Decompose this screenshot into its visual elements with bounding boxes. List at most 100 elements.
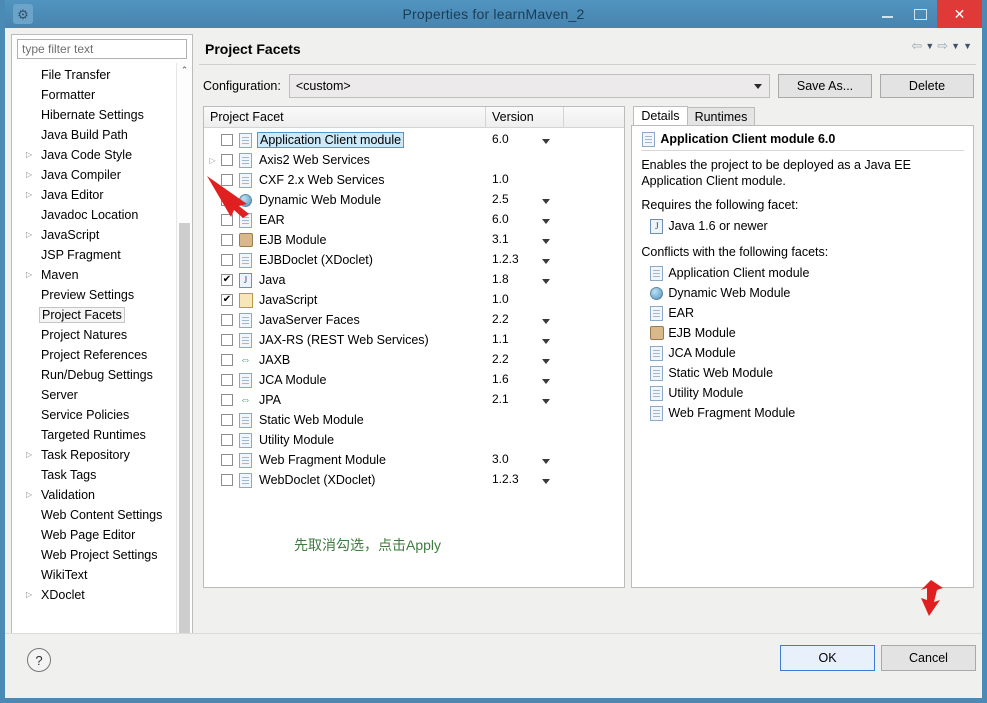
tab-details[interactable]: Details bbox=[633, 106, 688, 125]
close-button[interactable]: ✕ bbox=[937, 0, 982, 28]
facet-checkbox[interactable] bbox=[221, 134, 233, 146]
facet-checkbox[interactable] bbox=[221, 474, 233, 486]
column-header-version[interactable]: Version bbox=[486, 107, 564, 127]
view-menu-chevron-down-icon[interactable]: ▼ bbox=[963, 41, 972, 51]
facet-checkbox[interactable] bbox=[221, 454, 233, 466]
version-chevron-down-icon[interactable] bbox=[542, 459, 550, 464]
sidebar-item-validation[interactable]: ▷ Validation bbox=[12, 485, 192, 505]
configuration-select[interactable]: <custom> bbox=[288, 74, 770, 98]
chevron-right-icon[interactable]: ▷ bbox=[204, 156, 221, 165]
table-row[interactable]: ⇔ JAXB 2.2 bbox=[204, 350, 624, 370]
facet-checkbox[interactable] bbox=[221, 434, 233, 446]
sidebar-item-web-project-settings[interactable]: Web Project Settings bbox=[12, 545, 192, 565]
version-chevron-down-icon[interactable] bbox=[542, 339, 550, 344]
tree-scroll-thumb[interactable] bbox=[179, 223, 190, 643]
table-row[interactable]: WebDoclet (XDoclet) 1.2.3 bbox=[204, 470, 624, 490]
facet-checkbox[interactable] bbox=[221, 154, 233, 166]
table-row[interactable]: EJB Module 3.1 bbox=[204, 230, 624, 250]
version-chevron-down-icon[interactable] bbox=[542, 379, 550, 384]
facet-checkbox[interactable]: ✔ bbox=[221, 274, 233, 286]
forward-icon[interactable]: ⇨ bbox=[937, 38, 948, 54]
version-chevron-down-icon[interactable] bbox=[542, 319, 550, 324]
ok-button[interactable]: OK bbox=[780, 645, 875, 671]
column-header-project-facet[interactable]: Project Facet bbox=[204, 107, 486, 127]
save-as-button[interactable]: Save As... bbox=[778, 74, 872, 98]
sidebar-item-project-facets[interactable]: Project Facets bbox=[12, 305, 192, 325]
table-row[interactable]: ⇔ JPA 2.1 bbox=[204, 390, 624, 410]
table-row[interactable]: Dynamic Web Module 2.5 bbox=[204, 190, 624, 210]
table-row[interactable]: EJBDoclet (XDoclet) 1.2.3 bbox=[204, 250, 624, 270]
version-chevron-down-icon[interactable] bbox=[542, 199, 550, 204]
facet-checkbox[interactable] bbox=[221, 214, 233, 226]
sidebar-item-server[interactable]: Server bbox=[12, 385, 192, 405]
facet-checkbox[interactable] bbox=[221, 194, 233, 206]
chevron-right-icon[interactable]: ▷ bbox=[26, 231, 39, 239]
version-chevron-down-icon[interactable] bbox=[542, 399, 550, 404]
table-row[interactable]: Utility Module bbox=[204, 430, 624, 450]
chevron-right-icon[interactable]: ▷ bbox=[26, 151, 39, 159]
version-chevron-down-icon[interactable] bbox=[542, 359, 550, 364]
table-row[interactable]: Web Fragment Module 3.0 bbox=[204, 450, 624, 470]
sidebar-item-project-references[interactable]: Project References bbox=[12, 345, 192, 365]
version-chevron-down-icon[interactable] bbox=[542, 239, 550, 244]
facet-checkbox[interactable] bbox=[221, 234, 233, 246]
facet-checkbox[interactable] bbox=[221, 314, 233, 326]
facet-checkbox[interactable] bbox=[221, 174, 233, 186]
sidebar-item-xdoclet[interactable]: ▷ XDoclet bbox=[12, 585, 192, 605]
sidebar-item-java-editor[interactable]: ▷ Java Editor bbox=[12, 185, 192, 205]
filter-input[interactable] bbox=[17, 39, 187, 59]
facet-checkbox[interactable] bbox=[221, 354, 233, 366]
sidebar-item-javadoc-location[interactable]: Javadoc Location bbox=[12, 205, 192, 225]
minimize-button[interactable] bbox=[871, 0, 904, 28]
delete-button[interactable]: Delete bbox=[880, 74, 974, 98]
sidebar-item-maven[interactable]: ▷ Maven bbox=[12, 265, 192, 285]
chevron-right-icon[interactable]: ▷ bbox=[26, 271, 39, 279]
table-row[interactable]: EAR 6.0 bbox=[204, 210, 624, 230]
tab-runtimes[interactable]: Runtimes bbox=[686, 107, 756, 125]
help-icon[interactable]: ? bbox=[27, 648, 51, 672]
facet-checkbox[interactable] bbox=[221, 254, 233, 266]
sidebar-item-java-compiler[interactable]: ▷ Java Compiler bbox=[12, 165, 192, 185]
sidebar-item-targeted-runtimes[interactable]: Targeted Runtimes bbox=[12, 425, 192, 445]
table-row[interactable]: JCA Module 1.6 bbox=[204, 370, 624, 390]
version-chevron-down-icon[interactable] bbox=[542, 219, 550, 224]
cancel-button[interactable]: Cancel bbox=[881, 645, 976, 671]
sidebar-item-hibernate-settings[interactable]: Hibernate Settings bbox=[12, 105, 192, 125]
table-row[interactable]: JAX-RS (REST Web Services) 1.1 bbox=[204, 330, 624, 350]
table-row[interactable]: CXF 2.x Web Services 1.0 bbox=[204, 170, 624, 190]
project-facet-table[interactable]: Project Facet Version Application Client… bbox=[203, 106, 626, 588]
back-icon[interactable]: ⇦ bbox=[911, 38, 922, 54]
sidebar-item-web-content-settings[interactable]: Web Content Settings bbox=[12, 505, 192, 525]
facet-checkbox[interactable] bbox=[221, 334, 233, 346]
forward-menu-chevron-down-icon[interactable]: ▼ bbox=[951, 41, 960, 51]
sidebar-item-project-natures[interactable]: Project Natures bbox=[12, 325, 192, 345]
maximize-button[interactable] bbox=[904, 0, 937, 28]
version-chevron-down-icon[interactable] bbox=[542, 259, 550, 264]
version-chevron-down-icon[interactable] bbox=[542, 139, 550, 144]
sidebar-item-java-build-path[interactable]: Java Build Path bbox=[12, 125, 192, 145]
sidebar-item-task-repository[interactable]: ▷ Task Repository bbox=[12, 445, 192, 465]
facet-checkbox[interactable]: ✔ bbox=[221, 294, 233, 306]
sidebar-item-file-transfer[interactable]: File Transfer bbox=[12, 65, 192, 85]
table-row[interactable]: ▷ Axis2 Web Services bbox=[204, 150, 624, 170]
sidebar-item-java-code-style[interactable]: ▷ Java Code Style bbox=[12, 145, 192, 165]
sidebar-item-web-page-editor[interactable]: Web Page Editor bbox=[12, 525, 192, 545]
table-row[interactable]: JavaServer Faces 2.2 bbox=[204, 310, 624, 330]
sidebar-item-javascript[interactable]: ▷ JavaScript bbox=[12, 225, 192, 245]
chevron-right-icon[interactable]: ▷ bbox=[26, 171, 39, 179]
chevron-right-icon[interactable]: ▷ bbox=[26, 491, 39, 499]
chevron-right-icon[interactable]: ▷ bbox=[26, 591, 39, 599]
tree-vertical-scrollbar[interactable]: ⌃ ⌄ bbox=[176, 63, 192, 643]
sidebar-item-preview-settings[interactable]: Preview Settings bbox=[12, 285, 192, 305]
sidebar-item-task-tags[interactable]: Task Tags bbox=[12, 465, 192, 485]
back-menu-chevron-down-icon[interactable]: ▼ bbox=[925, 41, 934, 51]
chevron-right-icon[interactable]: ▷ bbox=[26, 451, 39, 459]
version-chevron-down-icon[interactable] bbox=[542, 479, 550, 484]
table-row[interactable]: ✔ J Java 1.8 bbox=[204, 270, 624, 290]
sidebar-item-service-policies[interactable]: Service Policies bbox=[12, 405, 192, 425]
table-row[interactable]: ✔ JavaScript 1.0 bbox=[204, 290, 624, 310]
chevron-right-icon[interactable]: ▷ bbox=[26, 191, 39, 199]
table-row[interactable]: Static Web Module bbox=[204, 410, 624, 430]
sidebar-item-wikitext[interactable]: WikiText bbox=[12, 565, 192, 585]
facet-checkbox[interactable] bbox=[221, 374, 233, 386]
